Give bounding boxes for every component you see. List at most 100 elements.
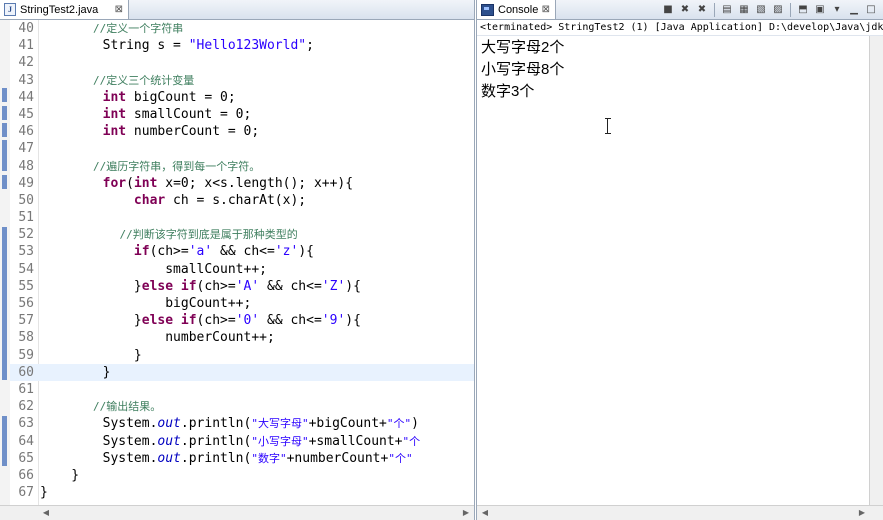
code-text: } <box>40 485 48 501</box>
change-marker <box>2 88 7 102</box>
line-number: 60 <box>18 364 34 380</box>
scroll-right-icon[interactable]: ▶ <box>856 507 868 519</box>
code-text: smallCount++; <box>40 261 267 277</box>
code-line[interactable]: 49 for(int x=0; x<s.length(); x++){ <box>10 175 474 192</box>
line-number: 42 <box>18 55 34 71</box>
code-text: } <box>40 467 80 483</box>
code-line[interactable]: 63 System.out.println("大写字母"+bigCount+"个… <box>10 415 474 432</box>
remove-launch-icon[interactable]: ✖ <box>678 3 692 17</box>
console-status: <terminated> StringTest2 (1) [Java Appli… <box>477 20 883 36</box>
line-number: 43 <box>18 72 34 88</box>
code-text: //输出结果。 <box>40 400 162 414</box>
code-line[interactable]: 59 } <box>10 347 474 364</box>
scroll-left-icon[interactable]: ◀ <box>40 507 52 519</box>
pin-console-icon[interactable]: ⬒ <box>796 3 810 17</box>
code-area[interactable]: 40 //定义一个字符串 41 String s = "Hello123World… <box>10 20 474 501</box>
code-line[interactable]: 55 }else if(ch>='A' && ch<='Z'){ <box>10 278 474 295</box>
console-vertical-scrollbar[interactable] <box>869 36 883 506</box>
code-line[interactable]: 43 //定义三个统计变量 <box>10 72 474 89</box>
code-line[interactable]: 54 smallCount++; <box>10 261 474 278</box>
code-text: } <box>40 347 142 363</box>
clear-console-icon[interactable]: ▤ <box>720 3 734 17</box>
show-console-icon[interactable]: ▨ <box>771 3 785 17</box>
change-marker <box>2 140 7 171</box>
console-tabbar: Console ⊠ ■ ✖ ✖ ▤ ▦ ▧ ▨ ⬒ ▣ ▾ ▁ □ <box>477 0 883 20</box>
line-number: 45 <box>18 106 34 122</box>
text-cursor-icon <box>605 118 611 134</box>
line-number: 54 <box>18 261 34 277</box>
line-number: 47 <box>18 141 34 157</box>
maximize-icon[interactable]: □ <box>864 3 878 17</box>
console-output-line: 大写字母2个 <box>481 39 565 56</box>
editor-tabbar: J StringTest2.java ⊠ <box>0 0 474 20</box>
scroll-left-icon[interactable]: ◀ <box>479 507 491 519</box>
scroll-right-icon[interactable]: ▶ <box>460 507 472 519</box>
terminate-icon[interactable]: ■ <box>661 3 675 17</box>
code-line[interactable]: 48 //遍历字符串，得到每一个字符。 <box>10 158 474 175</box>
code-text: int numberCount = 0; <box>102 124 260 140</box>
editor-pane: J StringTest2.java ⊠ 40 //定义一个字符串 41 Stri… <box>0 0 475 520</box>
code-line[interactable]: 56 bigCount++; <box>10 295 474 312</box>
line-number: 44 <box>18 89 34 105</box>
code-text: //判断该字符到底是属于那种类型的 <box>40 228 298 242</box>
word-wrap-icon[interactable]: ▧ <box>754 3 768 17</box>
code-line[interactable]: 47 <box>10 140 474 157</box>
change-marker <box>2 123 7 137</box>
display-selected-console-icon[interactable]: ▣ <box>813 3 827 17</box>
code-line[interactable]: 40 //定义一个字符串 <box>10 20 474 37</box>
code-text: String s = "Hello123World"; <box>40 38 314 54</box>
code-text: char ch = s.charAt(x); <box>133 192 307 208</box>
code-line[interactable]: 60 } <box>10 363 474 381</box>
console-tab-label: Console <box>498 3 539 16</box>
editor-tab-label: StringTest2.java <box>20 3 99 16</box>
code-line[interactable]: 65 System.out.println("数字"+numberCount+"… <box>10 450 474 467</box>
close-icon[interactable]: ⊠ <box>542 4 550 15</box>
open-console-icon[interactable]: ▾ <box>830 3 844 17</box>
line-number: 59 <box>18 347 34 363</box>
remove-all-terminated-icon[interactable]: ✖ <box>695 3 709 17</box>
code-line[interactable]: 67} <box>10 484 474 501</box>
code-line[interactable]: 61 <box>10 381 474 398</box>
code-line[interactable]: 51 <box>10 209 474 226</box>
close-icon[interactable]: ⊠ <box>115 4 123 15</box>
code-text: for(int x=0; x<s.length(); x++){ <box>102 175 354 191</box>
code-line[interactable]: 57 }else if(ch>='0' && ch<='9'){ <box>10 312 474 329</box>
annotation-gutter <box>0 20 10 506</box>
code-text: System.out.println("数字"+numberCount+"个" <box>40 450 413 466</box>
change-marker <box>2 175 7 189</box>
code-text: //定义一个字符串 <box>40 22 184 35</box>
code-line[interactable]: 50 char ch = s.charAt(x); <box>10 192 474 209</box>
scroll-lock-icon[interactable]: ▦ <box>737 3 751 17</box>
line-number: 41 <box>18 38 34 54</box>
code-line[interactable]: 64 System.out.println("小写字母"+smallCount+… <box>10 433 474 450</box>
line-number: 61 <box>18 381 34 397</box>
code-line[interactable]: 41 String s = "Hello123World"; <box>10 37 474 54</box>
line-number: 67 <box>18 485 34 501</box>
code-line[interactable]: 45 int smallCount = 0; <box>10 106 474 123</box>
code-line[interactable]: 62 //输出结果。 <box>10 398 474 415</box>
console-tab[interactable]: Console ⊠ <box>477 0 556 19</box>
code-text: System.out.println("小写字母"+smallCount+"个 <box>40 433 421 449</box>
line-number: 51 <box>18 210 34 226</box>
code-line[interactable]: 42 <box>10 54 474 71</box>
console-output[interactable]: 大写字母2个 小写字母8个 数字3个 <box>481 37 564 103</box>
console-icon <box>481 3 494 16</box>
console-output-line: 小写字母8个 <box>481 61 565 78</box>
toolbar-separator <box>714 2 715 17</box>
code-line[interactable]: 66 } <box>10 467 474 484</box>
line-number: 46 <box>18 124 34 140</box>
console-horizontal-scrollbar[interactable]: ◀ ▶ <box>477 505 883 520</box>
editor-horizontal-scrollbar[interactable]: ◀ ▶ <box>0 505 474 520</box>
change-marker <box>2 227 7 380</box>
editor-tab[interactable]: J StringTest2.java ⊠ <box>0 0 129 19</box>
line-number: 49 <box>18 175 34 191</box>
console-toolbar: ■ ✖ ✖ ▤ ▦ ▧ ▨ ⬒ ▣ ▾ ▁ □ <box>661 1 878 18</box>
code-line[interactable]: 53 if(ch>='a' && ch<='z'){ <box>10 243 474 260</box>
code-line[interactable]: 58 numberCount++; <box>10 329 474 346</box>
code-line[interactable]: 52 //判断该字符到底是属于那种类型的 <box>10 226 474 243</box>
code-line[interactable]: 44 int bigCount = 0; <box>10 89 474 106</box>
minimize-icon[interactable]: ▁ <box>847 3 861 17</box>
code-text: }else if(ch>='A' && ch<='Z'){ <box>40 278 361 294</box>
line-number: 40 <box>18 21 34 36</box>
code-line[interactable]: 46 int numberCount = 0; <box>10 123 474 140</box>
